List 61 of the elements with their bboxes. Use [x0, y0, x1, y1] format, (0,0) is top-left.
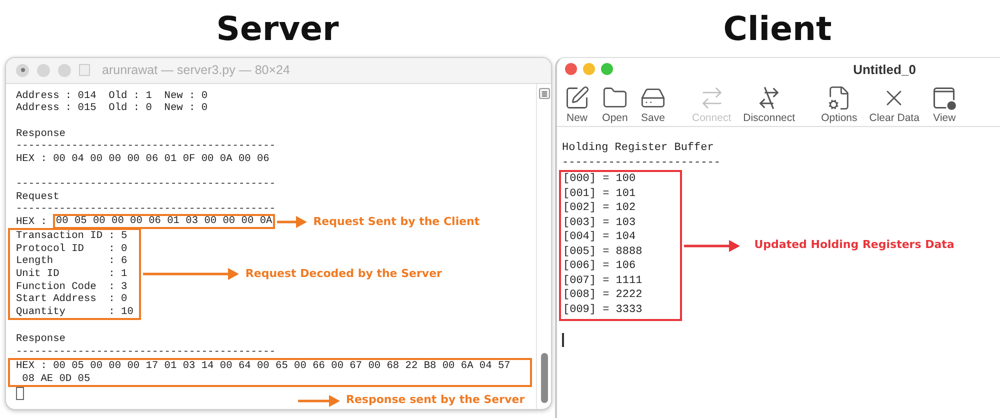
terminal-line: Quantity : 10 — [16, 306, 134, 318]
register-line: [003] = 103 — [563, 216, 637, 230]
toolbar-button[interactable]: View — [928, 85, 960, 124]
terminal-line: HEX : 00 04 00 00 00 06 01 0F 00 0A 00 06 — [16, 152, 270, 166]
terminal-line: Address : 015 Old : 0 New : 0 — [16, 102, 209, 115]
register-line: [009] = 3333 — [563, 302, 642, 317]
window-title: arunrawat — server3.py — 80×24 — [102, 63, 290, 78]
buffer-heading: Holding Register Buffer — [562, 141, 715, 156]
pointer-arrow — [277, 216, 308, 228]
toolbar-button[interactable]: Save — [637, 85, 669, 124]
document-icon — [79, 64, 90, 76]
terminal-line: Start Address : 0 — [16, 293, 128, 306]
register-line: [002] = 102 — [563, 201, 637, 216]
register-line: [005] = 8888 — [563, 244, 642, 259]
toolbar-button[interactable]: Open — [599, 85, 631, 124]
terminal-line: ------------------------------------------ — [16, 203, 277, 216]
register-line: [006] = 106 — [563, 259, 637, 274]
text-cursor — [562, 333, 564, 347]
terminal-line: Protocol ID : 0 — [16, 242, 128, 256]
terminal-cursor — [16, 387, 24, 400]
terminal-line: Unit ID : 1 — [16, 268, 128, 281]
annotation-label: Updated Holding Registers Data — [754, 238, 954, 253]
close-button[interactable] — [565, 63, 577, 75]
zoom-button[interactable] — [601, 63, 613, 75]
register-line: [008] = 2222 — [563, 288, 642, 302]
register-line: [000] = 100 — [563, 172, 637, 186]
terminal-line: Function Code : 3 — [16, 280, 128, 294]
terminal-line: Transaction ID : 5 — [16, 230, 128, 243]
register-line: [004] = 104 — [563, 230, 637, 244]
toolbar-button[interactable]: Disconnect — [740, 85, 798, 124]
terminal-line: ------------------------------------------ — [16, 178, 277, 190]
terminal-line: Address : 014 Old : 1 New : 0 — [16, 90, 209, 102]
terminal-line: HEX : — [16, 216, 47, 228]
window-title: Untitled_0 — [852, 62, 917, 76]
scrollbar-thumb[interactable] — [540, 353, 548, 403]
highlighted-hex: 00 05 00 00 00 06 01 03 00 00 00 0A — [52, 214, 276, 230]
section-heading: Client — [723, 9, 832, 48]
divider-text: ------------------------ — [562, 156, 722, 170]
terminal-line: Response — [16, 333, 66, 346]
toolbar-button[interactable]: Clear Data — [866, 85, 922, 124]
toolbar-button[interactable]: New — [561, 85, 593, 124]
annotation-label: Response sent by the Server — [346, 394, 525, 407]
close-button[interactable] — [16, 64, 29, 77]
terminal-line: HEX : 00 05 00 00 00 17 01 03 14 00 64 00 65 00 66 00 67 00 68 22 B8 00 6A 04 57 — [16, 360, 512, 373]
edit-icon — [564, 85, 590, 111]
list-icon[interactable] — [538, 88, 550, 99]
pointer-arrow — [298, 394, 340, 407]
annotation-label: Request Sent by the Client — [313, 216, 480, 228]
terminal-line: 08 AE 0D 05 — [21, 372, 92, 386]
annotation-label: Request Decoded by the Server — [245, 268, 442, 281]
terminal-line: ------------------------------------------ — [16, 140, 277, 153]
toolbar-button[interactable]: Options — [818, 85, 860, 124]
terminal-line: Request — [16, 190, 60, 204]
section-heading: Server — [216, 9, 339, 48]
window-icon — [931, 85, 958, 111]
terminal-line: Length : 6 — [16, 255, 128, 268]
register-line: [007] = 1111 — [563, 274, 642, 288]
terminal-line: ------------------------------------------ — [16, 346, 277, 358]
terminal-line: Response — [16, 128, 66, 140]
register-line: [001] = 101 — [563, 186, 637, 201]
pointer-arrow — [684, 240, 740, 252]
